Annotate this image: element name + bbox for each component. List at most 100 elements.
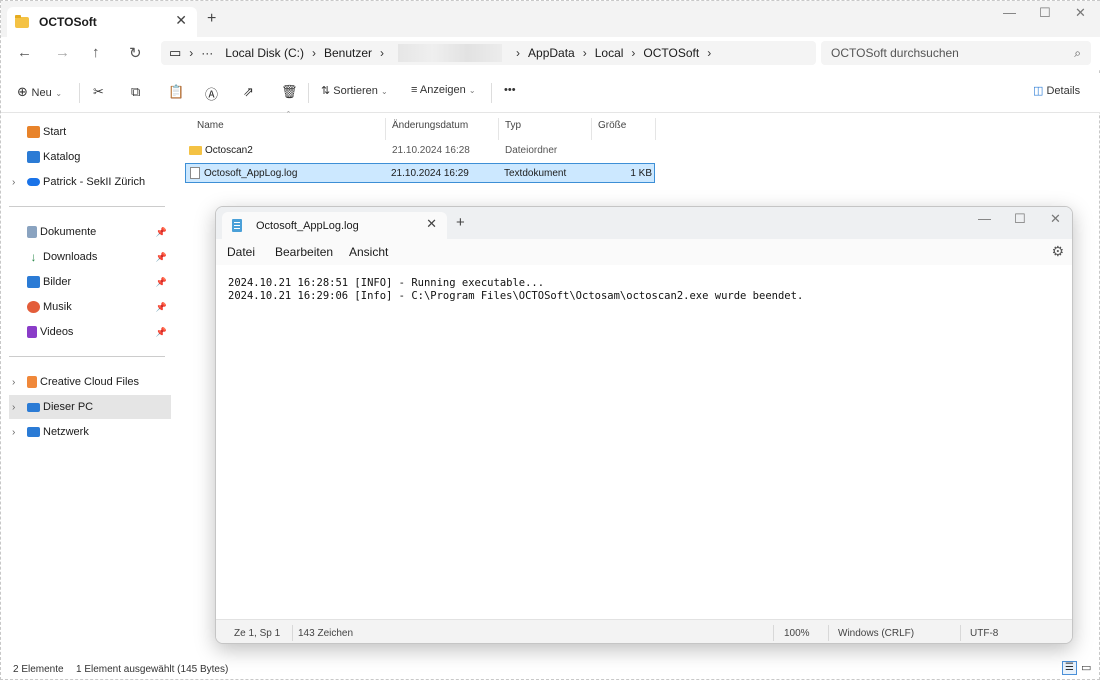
navigation-pane: Start Katalog › Patrick - SekII Zürich D…: [1, 114, 173, 659]
chevron-right-icon[interactable]: ›: [12, 402, 15, 413]
notepad-text-area[interactable]: 2024.10.21 16:28:51 [INFO] - Running exe…: [228, 277, 803, 303]
encoding[interactable]: UTF-8: [970, 628, 998, 639]
column-header-size[interactable]: Größe: [598, 120, 626, 131]
sidebar-item-creative-cloud[interactable]: › Creative Cloud Files: [9, 370, 171, 394]
search-icon: ⌕: [1074, 46, 1081, 60]
breadcrumb-sep: ›: [311, 46, 316, 60]
music-icon: [27, 301, 40, 313]
minimize-button[interactable]: —: [1003, 5, 1016, 20]
notepad-tab-title: Octosoft_AppLog.log: [256, 219, 359, 232]
paste-icon[interactable]: 📋: [168, 84, 184, 100]
sidebar-item-start[interactable]: Start: [9, 120, 171, 144]
sidebar-item-musik[interactable]: Musik 📌: [9, 295, 171, 319]
menu-bearbeiten[interactable]: Bearbeiten: [275, 245, 333, 259]
char-count: 143 Zeichen: [298, 628, 354, 639]
breadcrumb-item-local[interactable]: Local: [595, 46, 624, 60]
breadcrumb-item-octosoft[interactable]: OCTOSoft: [643, 46, 699, 60]
file-date: 21.10.2024 16:28: [392, 145, 470, 156]
sidebar-divider: [9, 356, 165, 357]
pin-icon[interactable]: 📌: [156, 327, 167, 338]
close-tab-icon[interactable]: ✕: [426, 216, 437, 232]
toolbar-divider: [308, 83, 309, 103]
back-button[interactable]: ←: [17, 44, 32, 61]
chevron-right-icon[interactable]: ›: [12, 177, 15, 188]
close-tab-icon[interactable]: ✕: [175, 12, 187, 29]
sidebar-item-videos[interactable]: Videos 📌: [9, 320, 171, 344]
chevron-right-icon[interactable]: ›: [12, 427, 15, 438]
explorer-tab[interactable]: OCTOSoft ✕: [7, 7, 197, 37]
refresh-button[interactable]: ↻: [129, 44, 142, 62]
download-icon: ↓: [30, 250, 37, 264]
creative-cloud-icon: [27, 376, 37, 388]
menu-datei[interactable]: Datei: [227, 245, 255, 259]
sidebar-item-netzwerk[interactable]: › Netzwerk: [9, 420, 171, 444]
breadcrumb-more-button[interactable]: ···: [201, 46, 213, 60]
search-input[interactable]: OCTOSoft durchsuchen ⌕: [821, 41, 1091, 65]
breadcrumb-item-localdisk[interactable]: Local Disk (C:): [225, 46, 304, 60]
share-icon[interactable]: ⇗: [243, 84, 254, 100]
line-ending[interactable]: Windows (CRLF): [838, 628, 914, 639]
notepad-status-bar: Ze 1, Sp 1 143 Zeichen 100% Windows (CRL…: [216, 619, 1072, 643]
close-window-button[interactable]: ✕: [1050, 211, 1061, 227]
sidebar-item-dokumente[interactable]: Dokumente 📌: [9, 220, 171, 244]
details-view-icon[interactable]: ☰: [1062, 661, 1077, 675]
toolbar-divider: [79, 83, 80, 103]
cloud-icon: [27, 178, 40, 186]
column-divider[interactable]: [591, 118, 592, 140]
sidebar-item-onedrive[interactable]: › Patrick - SekII Zürich: [9, 170, 171, 194]
sidebar-item-downloads[interactable]: ↓ Downloads 📌: [9, 245, 171, 269]
tiles-view-icon[interactable]: ▭: [1081, 661, 1091, 674]
notepad-window: Octosoft_AppLog.log ✕ + — ☐ ✕ Datei Bear…: [215, 206, 1073, 644]
column-header-type[interactable]: Typ: [505, 120, 521, 131]
file-type: Textdokument: [504, 168, 567, 179]
sidebar-item-label: Dokumente: [40, 226, 97, 238]
cut-icon[interactable]: ✂: [93, 84, 104, 100]
details-pane-icon: ◫: [1033, 85, 1044, 97]
forward-button[interactable]: →: [55, 44, 70, 61]
column-divider[interactable]: [498, 118, 499, 140]
close-window-button[interactable]: ✕: [1075, 5, 1086, 21]
zoom-level[interactable]: 100%: [784, 628, 810, 639]
column-header-date[interactable]: Änderungsdatum: [392, 120, 468, 131]
column-divider[interactable]: [655, 118, 656, 140]
redacted-username: [398, 44, 503, 62]
new-tab-button[interactable]: +: [456, 214, 465, 231]
pin-icon[interactable]: 📌: [156, 302, 167, 313]
column-header-name[interactable]: Name: [197, 120, 224, 131]
table-row[interactable]: Octoscan2 21.10.2024 16:28 Dateiordner: [185, 141, 655, 161]
sidebar-item-bilder[interactable]: Bilder 📌: [9, 270, 171, 294]
menu-ansicht[interactable]: Ansicht: [349, 245, 388, 259]
pin-icon[interactable]: 📌: [156, 277, 167, 288]
column-divider[interactable]: [385, 118, 386, 140]
status-divider: [828, 625, 829, 641]
notepad-tab[interactable]: Octosoft_AppLog.log ✕: [222, 212, 447, 239]
more-options-button[interactable]: •••: [504, 84, 516, 96]
sidebar-item-label: Patrick - SekII Zürich: [43, 176, 146, 188]
breadcrumb-item-appdata[interactable]: AppData: [528, 46, 575, 60]
new-button[interactable]: ⊕ Neu ⌄: [17, 84, 62, 100]
sort-button[interactable]: ⇅ Sortieren ⌄: [321, 84, 388, 97]
sidebar-item-dieser-pc[interactable]: › Dieser PC: [9, 395, 171, 419]
details-button[interactable]: ◫ Details: [1033, 84, 1080, 97]
copy-icon[interactable]: ⧉: [131, 84, 140, 100]
maximize-button[interactable]: ☐: [1039, 5, 1051, 21]
address-bar[interactable]: ▭ › ··· › Local Disk (C:) › Benutzer › ›…: [161, 41, 816, 65]
sidebar-divider: [9, 206, 165, 207]
chevron-right-icon[interactable]: ›: [12, 377, 15, 388]
new-tab-button[interactable]: +: [207, 10, 216, 28]
breadcrumb-item-benutzer[interactable]: Benutzer: [324, 46, 372, 60]
maximize-button[interactable]: ☐: [1014, 211, 1026, 227]
rename-icon[interactable]: Ⓐ: [205, 84, 218, 103]
gear-icon[interactable]: ⚙: [1051, 243, 1064, 260]
view-button[interactable]: ≡ Anzeigen ⌄: [411, 84, 476, 96]
pin-icon[interactable]: 📌: [156, 227, 167, 238]
pin-icon[interactable]: 📌: [156, 252, 167, 263]
sidebar-item-katalog[interactable]: Katalog: [9, 145, 171, 169]
gallery-icon: [27, 151, 40, 163]
table-row[interactable]: Octosoft_AppLog.log 21.10.2024 16:29 Tex…: [185, 163, 655, 183]
file-name: Octosoft_AppLog.log: [204, 168, 298, 179]
minimize-button[interactable]: —: [978, 211, 991, 226]
file-date: 21.10.2024 16:29: [391, 168, 469, 179]
delete-icon[interactable]: 🗑: [281, 84, 298, 100]
up-button[interactable]: ↑: [92, 44, 100, 61]
